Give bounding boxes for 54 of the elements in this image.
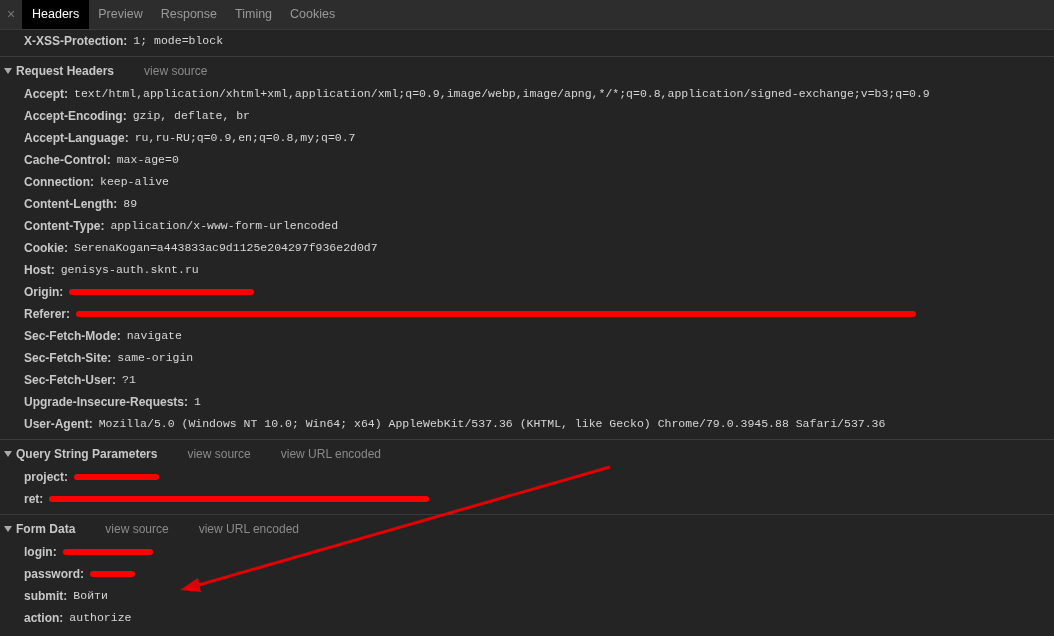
header-name: password: <box>24 566 84 583</box>
section-title[interactable]: Form Data <box>16 520 76 538</box>
header-name: Content-Length: <box>24 196 118 213</box>
header-name: Cookie: <box>24 240 68 257</box>
section-title[interactable]: Request Headers <box>16 62 115 80</box>
header-value: ?1 <box>122 372 136 389</box>
view-link[interactable]: view source <box>144 62 208 80</box>
header-name: Connection: <box>24 174 94 191</box>
header-value: Войти <box>73 588 108 605</box>
header-value: application/x-www-form-urlencoded <box>110 218 339 235</box>
header-name: Accept-Encoding: <box>24 108 127 125</box>
header-value: keep-alive <box>100 174 169 191</box>
header-name: Origin: <box>24 284 64 301</box>
header-name: Accept-Language: <box>24 130 129 147</box>
header-name: Sec-Fetch-Site: <box>24 350 112 367</box>
header-value: gzip, deflate, br <box>132 108 250 125</box>
header-value: same-origin <box>117 350 194 367</box>
header-name: Content-Type: <box>24 218 105 235</box>
header-name: X-XSS-Protection: <box>24 33 128 50</box>
header-name: Cache-Control: <box>24 152 111 169</box>
header-value: 1 <box>194 394 201 411</box>
section-title[interactable]: Query String Parameters <box>16 445 158 463</box>
tab[interactable]: Headers <box>22 0 90 29</box>
header-name: Host: <box>24 262 55 279</box>
header-name: Sec-Fetch-User: <box>24 372 117 389</box>
header-value: Mozilla/5.0 (Windows NT 10.0; Win64; x64) AppleWebKit/537.36 (KHTML, like Gecko) Chrome/79.0.3945.88 Safari/537.36 <box>98 416 886 433</box>
header-name: ret: <box>24 491 44 508</box>
header-value: max-age=0 <box>116 152 179 169</box>
header-name: Referer: <box>24 306 71 323</box>
header-name: Sec-Fetch-Mode: <box>24 328 121 345</box>
close-button[interactable]: × <box>0 4 22 25</box>
view-link[interactable]: view source <box>105 520 169 538</box>
view-link[interactable]: view source <box>187 445 251 463</box>
header-value: navigate <box>126 328 182 345</box>
header-name: Accept: <box>24 86 68 103</box>
tab[interactable]: Cookies <box>281 0 345 29</box>
header-value: authorize <box>69 610 132 627</box>
header-name: action: <box>24 610 64 627</box>
header-name: User-Agent: <box>24 416 93 433</box>
view-link[interactable]: view URL encoded <box>198 520 299 538</box>
header-value: 1; mode=block <box>133 33 224 50</box>
tab[interactable]: Response <box>151 0 226 29</box>
header-name: project: <box>24 469 68 486</box>
header-name: submit: <box>24 588 68 605</box>
view-link[interactable]: view URL encoded <box>280 445 382 463</box>
tab[interactable]: Preview <box>89 0 152 29</box>
header-value: 89 <box>123 196 138 213</box>
tab[interactable]: Timing <box>226 0 282 29</box>
header-value: SerenaKogan=a443833ac9d1125e204297f936e2d0d7 <box>74 240 378 257</box>
header-value: ru,ru-RU;q=0.9,en;q=0.8,my;q=0.7 <box>134 130 356 147</box>
header-name: login: <box>24 544 57 561</box>
header-name: Upgrade-Insecure-Requests: <box>24 394 189 411</box>
header-value: genisys-auth.sknt.ru <box>60 262 199 279</box>
header-value: text/html,application/xhtml+xml,application/xml;q=0.9,image/webp,image/apng,*/*;q=0.8,application/signed-exchange;v=b3;q=0.9 <box>74 86 930 103</box>
